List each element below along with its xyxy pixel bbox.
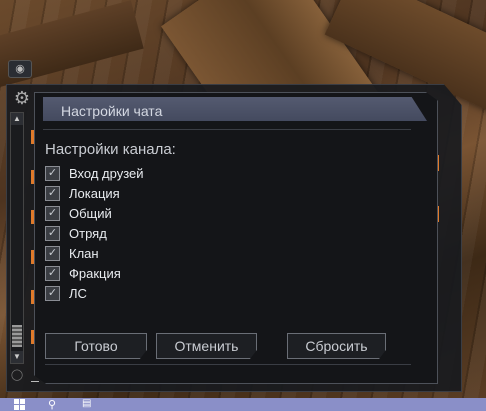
channel-list: ✓ Вход друзей ✓ Локация ✓ Общий ✓ Отряд … [45,163,144,303]
channel-label: Вход друзей [69,165,144,181]
scroll-up-icon[interactable]: ▲ [11,113,23,125]
chat-marker [31,290,34,304]
chat-marker [31,330,34,344]
scroll-thumb[interactable] [12,325,22,347]
eye-icon[interactable]: ◉ [8,60,32,78]
windows-start-icon[interactable] [14,399,25,410]
dialog-title: Настройки чата [61,103,163,119]
channel-label: Общий [69,205,112,221]
checkbox-pm[interactable]: ✓ [45,285,60,301]
channel-option-friends[interactable]: ✓ Вход друзей [45,163,144,183]
channel-label: Фракция [69,265,121,281]
game-background: ◉ ⚙ ▲ ▼ ◯ Настройки чата Настройки канал… [0,0,486,398]
channel-option-pm[interactable]: ✓ ЛС [45,283,144,303]
checkbox-squad[interactable]: ✓ [45,225,60,241]
chat-marker [31,210,34,224]
scroll-down-icon[interactable]: ▼ [11,351,23,363]
channel-option-squad[interactable]: ✓ Отряд [45,223,144,243]
chat-settings-dialog: Настройки чата Настройки канала: ✓ Вход … [34,92,438,384]
divider [45,364,411,365]
dialog-title-bar[interactable]: Настройки чата [43,97,427,121]
checkbox-general[interactable]: ✓ [45,205,60,221]
channel-label: Отряд [69,225,107,241]
chat-marker [31,130,34,144]
done-button[interactable]: Готово [45,333,147,359]
gear-icon[interactable]: ⚙ [12,88,32,108]
chat-marker [31,250,34,264]
chat-input-caret [31,381,39,382]
section-label: Настройки канала: [45,141,176,158]
channel-label: ЛС [69,285,87,301]
chat-line-markers [31,130,34,360]
channel-option-general[interactable]: ✓ Общий [45,203,144,223]
divider [43,129,411,130]
channel-option-clan[interactable]: ✓ Клан [45,243,144,263]
os-taskbar: ⚲ ▤ [0,398,486,411]
checkbox-friends[interactable]: ✓ [45,165,60,181]
task-view-icon[interactable]: ▤ [82,398,91,409]
checkbox-faction[interactable]: ✓ [45,265,60,281]
bulb-icon[interactable]: ◯ [10,368,24,382]
channel-option-faction[interactable]: ✓ Фракция [45,263,144,283]
chat-marker [31,170,34,184]
channel-label: Клан [69,245,99,261]
channel-label: Локация [69,185,120,201]
checkbox-location[interactable]: ✓ [45,185,60,201]
chat-scrollbar[interactable]: ▲ ▼ [10,112,24,364]
search-icon[interactable]: ⚲ [48,398,56,411]
channel-option-location[interactable]: ✓ Локация [45,183,144,203]
cancel-button[interactable]: Отменить [156,333,257,359]
checkbox-clan[interactable]: ✓ [45,245,60,261]
reset-button[interactable]: Сбросить [287,333,386,359]
